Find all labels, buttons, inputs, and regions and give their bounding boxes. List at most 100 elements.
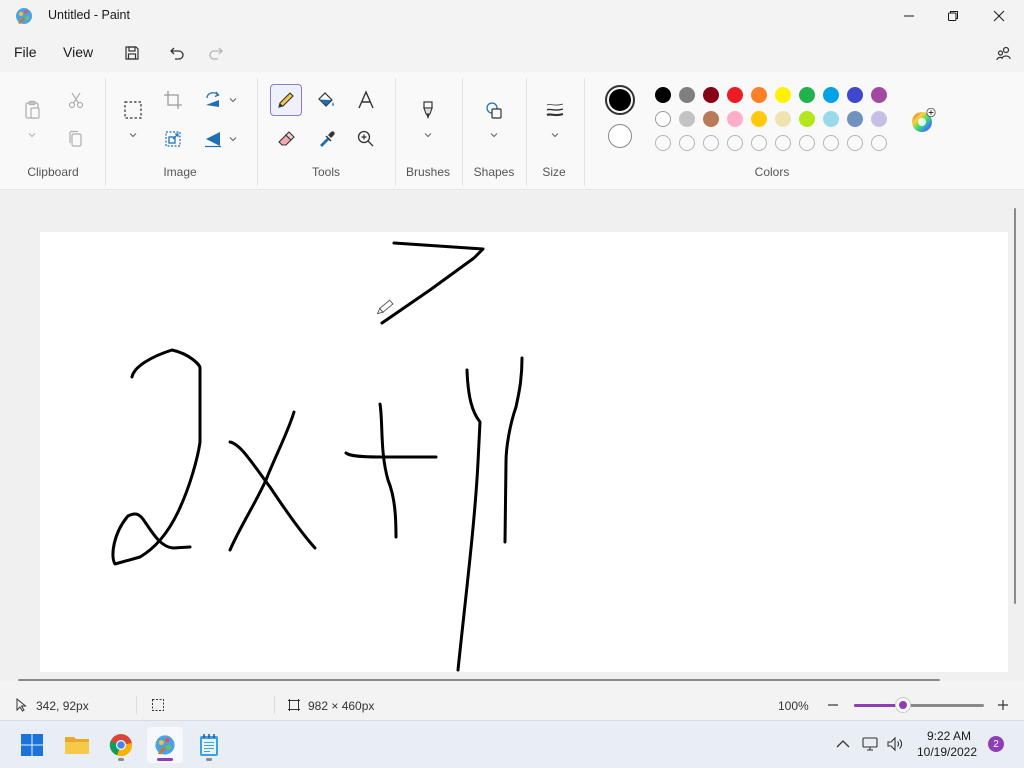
ribbon-separator <box>395 78 396 186</box>
drawing-canvas[interactable] <box>40 232 1008 672</box>
custom-color-slot[interactable] <box>823 135 839 151</box>
notepad-taskbar-button[interactable] <box>191 727 227 763</box>
pencil-tool-button[interactable] <box>270 84 302 116</box>
copy-button[interactable] <box>60 123 92 155</box>
secondary-color-button[interactable] <box>608 124 632 148</box>
file-explorer-taskbar-button[interactable] <box>59 727 95 763</box>
color-swatch[interactable] <box>799 87 815 103</box>
custom-color-slot[interactable] <box>871 135 887 151</box>
color-swatch[interactable] <box>679 87 695 103</box>
color-swatch[interactable] <box>679 111 695 127</box>
custom-color-slot[interactable] <box>679 135 695 151</box>
paste-button[interactable] <box>16 94 48 126</box>
crop-button[interactable] <box>157 84 189 116</box>
resize-button[interactable] <box>157 123 189 155</box>
clock-date[interactable]: 10/19/2022 <box>914 745 980 759</box>
color-picker-tool-button[interactable] <box>310 123 342 155</box>
flip-chevron-down-icon[interactable] <box>228 134 238 144</box>
color-swatch[interactable] <box>751 87 767 103</box>
flip-button[interactable] <box>197 123 229 155</box>
rotate-icon <box>206 91 220 107</box>
redo-button[interactable] <box>202 40 230 66</box>
chrome-taskbar-button[interactable] <box>103 727 139 763</box>
color-swatch[interactable] <box>847 111 863 127</box>
paint-taskbar-button[interactable] <box>147 727 183 763</box>
clock-time[interactable]: 9:22 AM <box>918 729 980 743</box>
color-swatch[interactable] <box>775 111 791 127</box>
close-button[interactable] <box>976 0 1022 32</box>
paste-chevron-down-icon[interactable] <box>27 130 37 140</box>
custom-color-slot[interactable] <box>703 135 719 151</box>
color-swatch[interactable] <box>871 111 887 127</box>
shapes-button[interactable] <box>478 94 510 126</box>
custom-color-slot[interactable] <box>775 135 791 151</box>
color-swatch[interactable] <box>775 87 791 103</box>
brushes-button[interactable] <box>412 94 444 126</box>
color-swatch[interactable] <box>655 87 671 103</box>
rotate-chevron-down-icon[interactable] <box>228 95 238 105</box>
color-swatch[interactable] <box>823 111 839 127</box>
zoom-slider-track[interactable] <box>854 704 984 707</box>
select-chevron-down-icon[interactable] <box>128 130 138 140</box>
edit-colors-button[interactable] <box>910 107 936 134</box>
chevron-up-icon[interactable] <box>834 735 852 753</box>
close-icon <box>993 10 1005 22</box>
volume-icon[interactable] <box>886 735 904 753</box>
status-separator <box>274 696 275 714</box>
minimize-icon <box>904 15 914 17</box>
vertical-scrollbar[interactable] <box>1014 208 1016 604</box>
color-swatch[interactable] <box>727 87 743 103</box>
color-swatch[interactable] <box>871 87 887 103</box>
fill-tool-button[interactable] <box>310 84 342 116</box>
eraser-tool-button[interactable] <box>270 123 302 155</box>
start-button[interactable] <box>14 727 50 763</box>
custom-color-slot[interactable] <box>655 135 671 151</box>
pencil-icon <box>278 92 294 108</box>
select-button[interactable] <box>117 94 149 126</box>
color-swatch[interactable] <box>799 111 815 127</box>
menu-file[interactable]: File <box>14 44 37 60</box>
size-chevron-down-icon[interactable] <box>550 130 560 140</box>
zoom-in-icon <box>357 130 374 147</box>
cut-button[interactable] <box>60 84 92 116</box>
save-button[interactable] <box>118 40 146 66</box>
brushes-chevron-down-icon[interactable] <box>423 130 433 140</box>
share-button[interactable] <box>990 40 1018 66</box>
running-indicator <box>206 758 212 761</box>
color-swatch[interactable] <box>703 87 719 103</box>
menu-view[interactable]: View <box>63 44 93 60</box>
custom-color-slot[interactable] <box>727 135 743 151</box>
color-swatch[interactable] <box>847 87 863 103</box>
shapes-chevron-down-icon[interactable] <box>489 130 499 140</box>
color-swatch[interactable] <box>727 111 743 127</box>
paste-icon <box>25 100 40 119</box>
flip-icon <box>205 132 221 148</box>
maximize-button[interactable] <box>930 0 976 32</box>
zoom-out-icon[interactable] <box>826 698 840 712</box>
brush-icon <box>423 101 433 119</box>
stroke-letter-x-a <box>228 440 317 550</box>
color-swatch[interactable] <box>751 111 767 127</box>
paint-bucket-icon <box>318 92 334 107</box>
color-swatch[interactable] <box>703 111 719 127</box>
color-swatch[interactable] <box>823 87 839 103</box>
color-swatch[interactable] <box>655 111 671 127</box>
text-tool-button[interactable] <box>350 84 382 116</box>
zoom-level[interactable]: 100% <box>778 699 809 713</box>
zoom-in-icon[interactable] <box>996 698 1010 712</box>
horizontal-scrollbar[interactable] <box>18 679 940 681</box>
shapes-group-label: Shapes <box>473 165 515 179</box>
custom-color-slot[interactable] <box>847 135 863 151</box>
rotate-button[interactable] <box>197 84 229 116</box>
folder-icon <box>65 737 89 754</box>
primary-color-button[interactable] <box>605 85 635 115</box>
network-icon[interactable] <box>861 735 879 753</box>
ribbon-toolbar: Clipboard Image Tools Brushes Shapes Siz… <box>0 72 1024 190</box>
size-button[interactable] <box>539 94 571 126</box>
minimize-button[interactable] <box>886 0 932 32</box>
notification-badge[interactable]: 2 <box>988 736 1004 752</box>
custom-color-slot[interactable] <box>799 135 815 151</box>
undo-button[interactable] <box>163 40 191 66</box>
custom-color-slot[interactable] <box>751 135 767 151</box>
magnifier-tool-button[interactable] <box>350 123 382 155</box>
